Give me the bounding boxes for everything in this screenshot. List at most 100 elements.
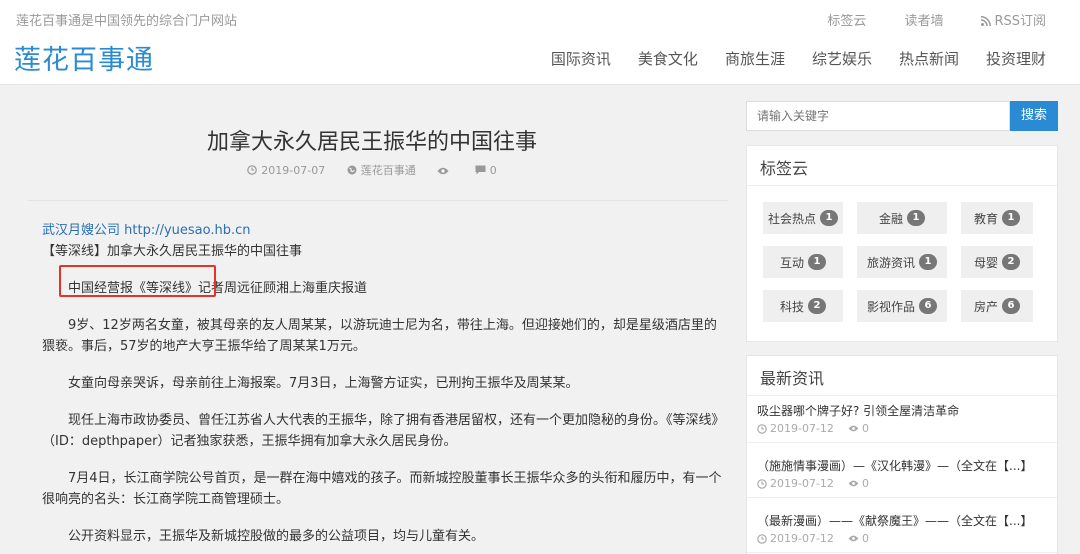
globe-icon [347,165,357,175]
clock-icon [247,165,258,175]
clock-icon [757,423,767,434]
article-site-text: 莲花百事通 [360,164,416,177]
tag-label: 科技 [779,299,804,314]
nav-item-entertainment[interactable]: 综艺娱乐 [812,48,872,69]
article-lead: 【等深线】加拿大永久居民王振华的中国往事 [42,244,303,259]
news-views: 0 [848,422,869,435]
tag-label: 互动 [779,255,804,270]
article-views [437,167,453,175]
tag-item[interactable]: 房产 6 [961,290,1033,322]
tag-item[interactable]: 社会热点 1 [763,202,843,234]
article-title: 加拿大永久居民王振华的中国往事 [206,130,537,155]
news-views: 0 [848,477,869,490]
tag-item[interactable]: 旅游资讯 1 [857,246,947,278]
tag-count: 6 [919,298,937,314]
highlight-box [59,265,216,297]
eye-icon [437,167,449,175]
rss-label: RSS订阅 [994,14,1046,29]
news-meta: 2019-07-12 0 [757,532,1047,545]
tag-count: 1 [919,254,937,270]
tag-count: 1 [907,210,925,226]
latest-news-title: 最新资讯 [747,356,1057,396]
nav-item-international[interactable]: 国际资讯 [551,48,611,69]
article: 加拿大永久居民王振华的中国往事 2019-07-07 莲花百事通 0 武汉月嫂公… [16,96,728,554]
tag-label: 影视作品 [866,299,915,314]
main-nav: 国际资讯 美食文化 商旅生涯 综艺娱乐 热点新闻 投资理财 [524,48,1046,69]
tag-item[interactable]: 影视作品 6 [857,290,947,322]
news-title[interactable]: 吸尘器哪个牌子好? 引领全屋清洁革命 [757,402,1047,419]
news-title[interactable]: （施施情事漫画）—《汉化韩漫》—（全文在【...】 [757,457,1047,474]
nav-item-business[interactable]: 商旅生涯 [725,48,785,69]
news-item[interactable]: （施施情事漫画）—《汉化韩漫》—（全文在【...】 2019-07-12 0 [747,451,1057,498]
tag-label: 教育 [973,211,998,226]
tag-list: 社会热点 1 金融 1 教育 1 互动 1 旅游资讯 1 母婴 2 科技 2 影视作品 6 房产… [747,186,1057,322]
reader-wall-link[interactable]: 读者墙 [904,10,943,29]
rss-icon [981,16,992,26]
comment-count: 0 [489,163,497,177]
news-views: 0 [848,532,869,545]
tag-count: 1 [808,254,826,270]
news-views-count: 0 [861,532,869,545]
tag-count: 1 [1002,210,1020,226]
article-date: 2019-07-07 [247,164,325,177]
tag-label: 社会热点 [767,211,816,226]
clock-icon [757,533,767,544]
nav-item-hot-news[interactable]: 热点新闻 [899,48,959,69]
tag-label: 旅游资讯 [866,255,915,270]
nav-item-finance[interactable]: 投资理财 [986,48,1046,69]
latest-news-panel: 最新资讯 吸尘器哪个牌子好? 引领全屋清洁革命 2019-07-12 0 （施施… [746,355,1058,554]
eye-icon [848,425,859,432]
paragraph: 9岁、12岁两名女童，被其母亲的友人周某某，以游玩迪士尼为名，带往上海。但迎接她… [42,318,717,354]
search-button[interactable]: 搜索 [1010,101,1058,131]
eye-icon [848,480,859,487]
news-meta: 2019-07-12 0 [757,422,1047,435]
article-site[interactable]: 莲花百事通 [347,162,416,178]
news-date: 2019-07-12 [770,532,834,545]
news-item[interactable]: 吸尘器哪个牌子好? 引领全屋清洁革命 2019-07-12 0 [747,396,1057,443]
article-meta: 2019-07-07 莲花百事通 0 [16,162,728,178]
source-link[interactable]: 武汉月嫂公司 [42,223,120,238]
comment-icon [475,165,486,175]
news-views-count: 0 [861,422,869,435]
news-item[interactable]: （最新漫画）——《献祭魔王》——（全文在【...】 2019-07-12 0 [747,506,1057,553]
nav-item-food[interactable]: 美食文化 [638,48,698,69]
tagcloud-link[interactable]: 标签云 [827,10,866,29]
paragraph: 现任上海市政协委员、曾任江苏省人大代表的王振华，除了拥有香港居留权，还有一个更加… [42,413,719,449]
tagcloud-panel: 标签云 社会热点 1 金融 1 教育 1 互动 1 旅游资讯 1 母婴 2 科技 2 影视作品… [746,145,1058,342]
top-links: 标签云 读者墙 RSS订阅 [789,10,1046,29]
search-bar: 搜索 [746,101,1058,131]
article-comments[interactable]: 0 [475,164,497,177]
byline-rest: 记者周远征顾湘上海重庆报道 [198,281,368,296]
news-title[interactable]: （最新漫画）——《献祭魔王》——（全文在【...】 [757,512,1047,529]
tag-item[interactable]: 教育 1 [961,202,1033,234]
search-input[interactable] [746,101,1010,131]
paragraph: 公开资料显示，王振华及新城控股做的最多的公益项目，均与儿童有关。 [68,529,485,544]
eye-icon [848,535,859,542]
tag-count: 6 [1002,298,1020,314]
rss-link[interactable]: RSS订阅 [981,10,1046,29]
site-tagline: 莲花百事通是中国领先的综合门户网站 [16,14,238,29]
site-header: 莲花百事通是中国领先的综合门户网站 标签云 读者墙 RSS订阅 莲花百事通 国际… [0,0,1080,85]
tag-count: 2 [1002,254,1020,270]
tag-label: 金融 [878,211,903,226]
tag-count: 1 [820,210,838,226]
tag-label: 房产 [973,299,998,314]
tag-item[interactable]: 母婴 2 [961,246,1033,278]
paragraph: 7月4日，长江商学院公号首页，是一群在海中嬉戏的孩子。而新城控股董事长王振华众多… [42,471,722,507]
news-views-count: 0 [861,477,869,490]
source-url[interactable]: http://yuesao.hb.cn [124,223,250,238]
tag-label: 母婴 [973,255,998,270]
title-divider [28,200,728,201]
tag-item[interactable]: 金融 1 [857,202,947,234]
news-date: 2019-07-12 [770,422,834,435]
paragraph: 女童向母亲哭诉，母亲前往上海报案。7月3日，上海警方证实，已刑拘王振华及周某某。 [68,376,579,391]
tag-item[interactable]: 互动 1 [763,246,843,278]
tag-item[interactable]: 科技 2 [763,290,843,322]
site-logo[interactable]: 莲花百事通 [14,38,154,77]
news-meta: 2019-07-12 0 [757,477,1047,490]
clock-icon [757,478,767,489]
tagcloud-title: 标签云 [747,146,1057,186]
tag-count: 2 [808,298,826,314]
source-line: 武汉月嫂公司 http://yuesao.hb.cn [42,220,722,241]
article-date-text: 2019-07-07 [261,163,326,177]
